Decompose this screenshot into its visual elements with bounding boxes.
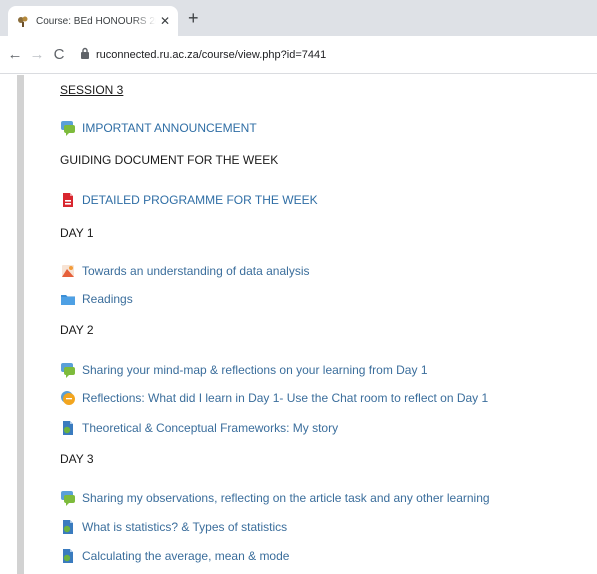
day1-heading: DAY 1 (60, 226, 94, 240)
forward-button[interactable]: → (26, 44, 48, 66)
activity-day3-item[interactable]: Calculating the average, mean & mode (60, 546, 289, 566)
activity-link[interactable]: Sharing my observations, reflecting on t… (82, 491, 490, 505)
forum-icon (60, 362, 76, 378)
guiding-heading: GUIDING DOCUMENT FOR THE WEEK (60, 153, 279, 167)
url-text[interactable]: ruconnected.ru.ac.za/course/view.php?id=… (96, 49, 326, 61)
back-button[interactable]: ← (4, 44, 26, 66)
lesson-icon (60, 263, 76, 279)
activity-link[interactable]: Calculating the average, mean & mode (82, 549, 289, 563)
page-icon (60, 548, 76, 564)
activity-link[interactable]: Theoretical & Conceptual Frameworks: My … (82, 421, 338, 435)
activity-day2-item[interactable]: Reflections: What did I learn in Day 1- … (60, 388, 488, 408)
activity-link[interactable]: DETAILED PROGRAMME FOR THE WEEK (82, 193, 318, 207)
activity-day2-item[interactable]: Sharing your mind-map & reflections on y… (60, 360, 428, 380)
pdf-icon (60, 192, 76, 208)
activity-day2-item[interactable]: Theoretical & Conceptual Frameworks: My … (60, 418, 338, 438)
activity-day3-item[interactable]: Sharing my observations, reflecting on t… (60, 488, 490, 508)
activity-day1-item[interactable]: Towards an understanding of data analysi… (60, 261, 309, 281)
folder-icon (60, 291, 76, 307)
tab-close-icon[interactable]: ✕ (160, 14, 170, 28)
address-bar: ← → C ruconnected.ru.ac.za/course/view.p… (0, 36, 597, 74)
site-favicon-icon (16, 14, 30, 28)
course-content: SESSION 3 IMPORTANT ANNOUNCEMENT GUIDING… (0, 75, 597, 574)
day2-heading: DAY 2 (60, 323, 94, 337)
activity-link[interactable]: Towards an understanding of data analysi… (82, 264, 309, 278)
browser-tab[interactable]: Course: BEd HONOURS 2020 (Mi ✕ (8, 6, 178, 36)
activity-link[interactable]: What is statistics? & Types of statistic… (82, 520, 287, 534)
activity-link[interactable]: Sharing your mind-map & reflections on y… (82, 363, 428, 377)
new-tab-button[interactable]: + (188, 8, 199, 28)
session-heading: SESSION 3 (60, 83, 124, 97)
forum-icon (60, 120, 76, 136)
reload-button[interactable]: C (48, 44, 70, 66)
activity-announcement[interactable]: IMPORTANT ANNOUNCEMENT (60, 118, 257, 138)
activity-link[interactable]: Reflections: What did I learn in Day 1- … (82, 391, 488, 405)
tab-title: Course: BEd HONOURS 2020 (Mi (36, 15, 156, 27)
activity-day3-item[interactable]: What is statistics? & Types of statistic… (60, 517, 287, 537)
page-icon (60, 519, 76, 535)
section-left-border (17, 75, 24, 574)
browser-tab-bar: Course: BEd HONOURS 2020 (Mi ✕ + (0, 0, 597, 36)
day3-heading: DAY 3 (60, 452, 94, 466)
page-icon (60, 420, 76, 436)
activity-programme[interactable]: DETAILED PROGRAMME FOR THE WEEK (60, 190, 318, 210)
omnibox[interactable]: ruconnected.ru.ac.za/course/view.php?id=… (80, 46, 326, 64)
lock-icon (80, 46, 90, 64)
activity-link[interactable]: Readings (82, 292, 133, 306)
forum-icon (60, 490, 76, 506)
activity-link[interactable]: IMPORTANT ANNOUNCEMENT (82, 121, 257, 135)
chat-icon (60, 390, 76, 406)
activity-day1-item[interactable]: Readings (60, 289, 133, 309)
